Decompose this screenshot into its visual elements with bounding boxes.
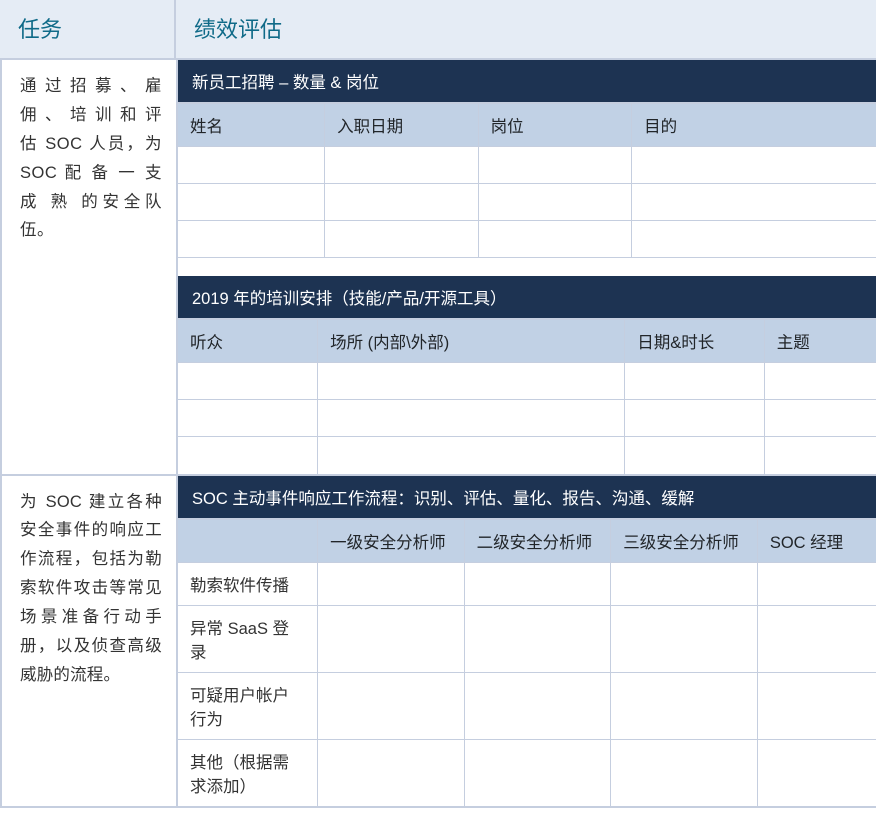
table-row: [178, 363, 876, 400]
task-desc-2: 为 SOC 建立各种安全事件的响应工作流程，包括为勒索软件攻击等常见场景准备行动…: [2, 476, 176, 704]
table-training: 听众 场所 (内部\外部) 日期&时长 主题: [178, 320, 876, 474]
col-name: 姓名: [178, 104, 325, 147]
col-topic: 主题: [764, 320, 876, 363]
table-row: 勒索软件传播: [178, 562, 876, 605]
table-workflow: 一级安全分析师 二级安全分析师 三级安全分析师 SOC 经理 勒索软件传播 异常…: [178, 520, 876, 806]
section-bar-hiring: 新员工招聘 – 数量 & 岗位: [178, 60, 876, 104]
header-row: 任务 绩效评估: [0, 0, 876, 60]
row-other: 其他（根据需求添加）: [178, 739, 318, 806]
header-assessment: 绩效评估: [176, 0, 876, 60]
col-position: 岗位: [478, 104, 632, 147]
table-row: [178, 184, 876, 221]
table-row: 其他（根据需求添加）: [178, 739, 876, 806]
row-saas-login: 异常 SaaS 登录: [178, 605, 318, 672]
table-row: [178, 221, 876, 258]
col-date-duration: 日期&时长: [625, 320, 765, 363]
col-analyst3: 三级安全分析师: [611, 520, 758, 563]
section-bar-training: 2019 年的培训安排（技能/产品/开源工具）: [178, 276, 876, 320]
row-ransomware: 勒索软件传播: [178, 562, 318, 605]
table-row: [178, 437, 876, 474]
col-startdate: 入职日期: [325, 104, 479, 147]
task-desc-1: 通 过 招 募 、 雇佣 、 培 训 和 评 估 SOC 人员，为 SOC 配 …: [2, 60, 176, 259]
table-row: 可疑用户帐户行为: [178, 672, 876, 739]
document-table: 任务 绩效评估 通 过 招 募 、 雇佣 、 培 训 和 评 估 SOC 人员，…: [0, 0, 876, 808]
body-row-1: 通 过 招 募 、 雇佣 、 培 训 和 评 估 SOC 人员，为 SOC 配 …: [2, 60, 876, 476]
section-bar-workflow: SOC 主动事件响应工作流程：识别、评估、量化、报告、沟通、缓解: [178, 476, 876, 520]
col-analyst1: 一级安全分析师: [318, 520, 465, 563]
table-hiring: 姓名 入职日期 岗位 目的: [178, 104, 876, 258]
table-row: 异常 SaaS 登录: [178, 605, 876, 672]
table-row: [178, 147, 876, 184]
row-suspicious-account: 可疑用户帐户行为: [178, 672, 318, 739]
table-row: [178, 400, 876, 437]
col-analyst2: 二级安全分析师: [464, 520, 611, 563]
col-manager: SOC 经理: [757, 520, 876, 563]
header-task: 任务: [0, 0, 176, 60]
col-location: 场所 (内部\外部): [318, 320, 625, 363]
body-row-2: 为 SOC 建立各种安全事件的响应工作流程，包括为勒索软件攻击等常见场景准备行动…: [2, 476, 876, 806]
col-audience: 听众: [178, 320, 318, 363]
col-blank: [178, 520, 318, 563]
col-purpose: 目的: [632, 104, 876, 147]
